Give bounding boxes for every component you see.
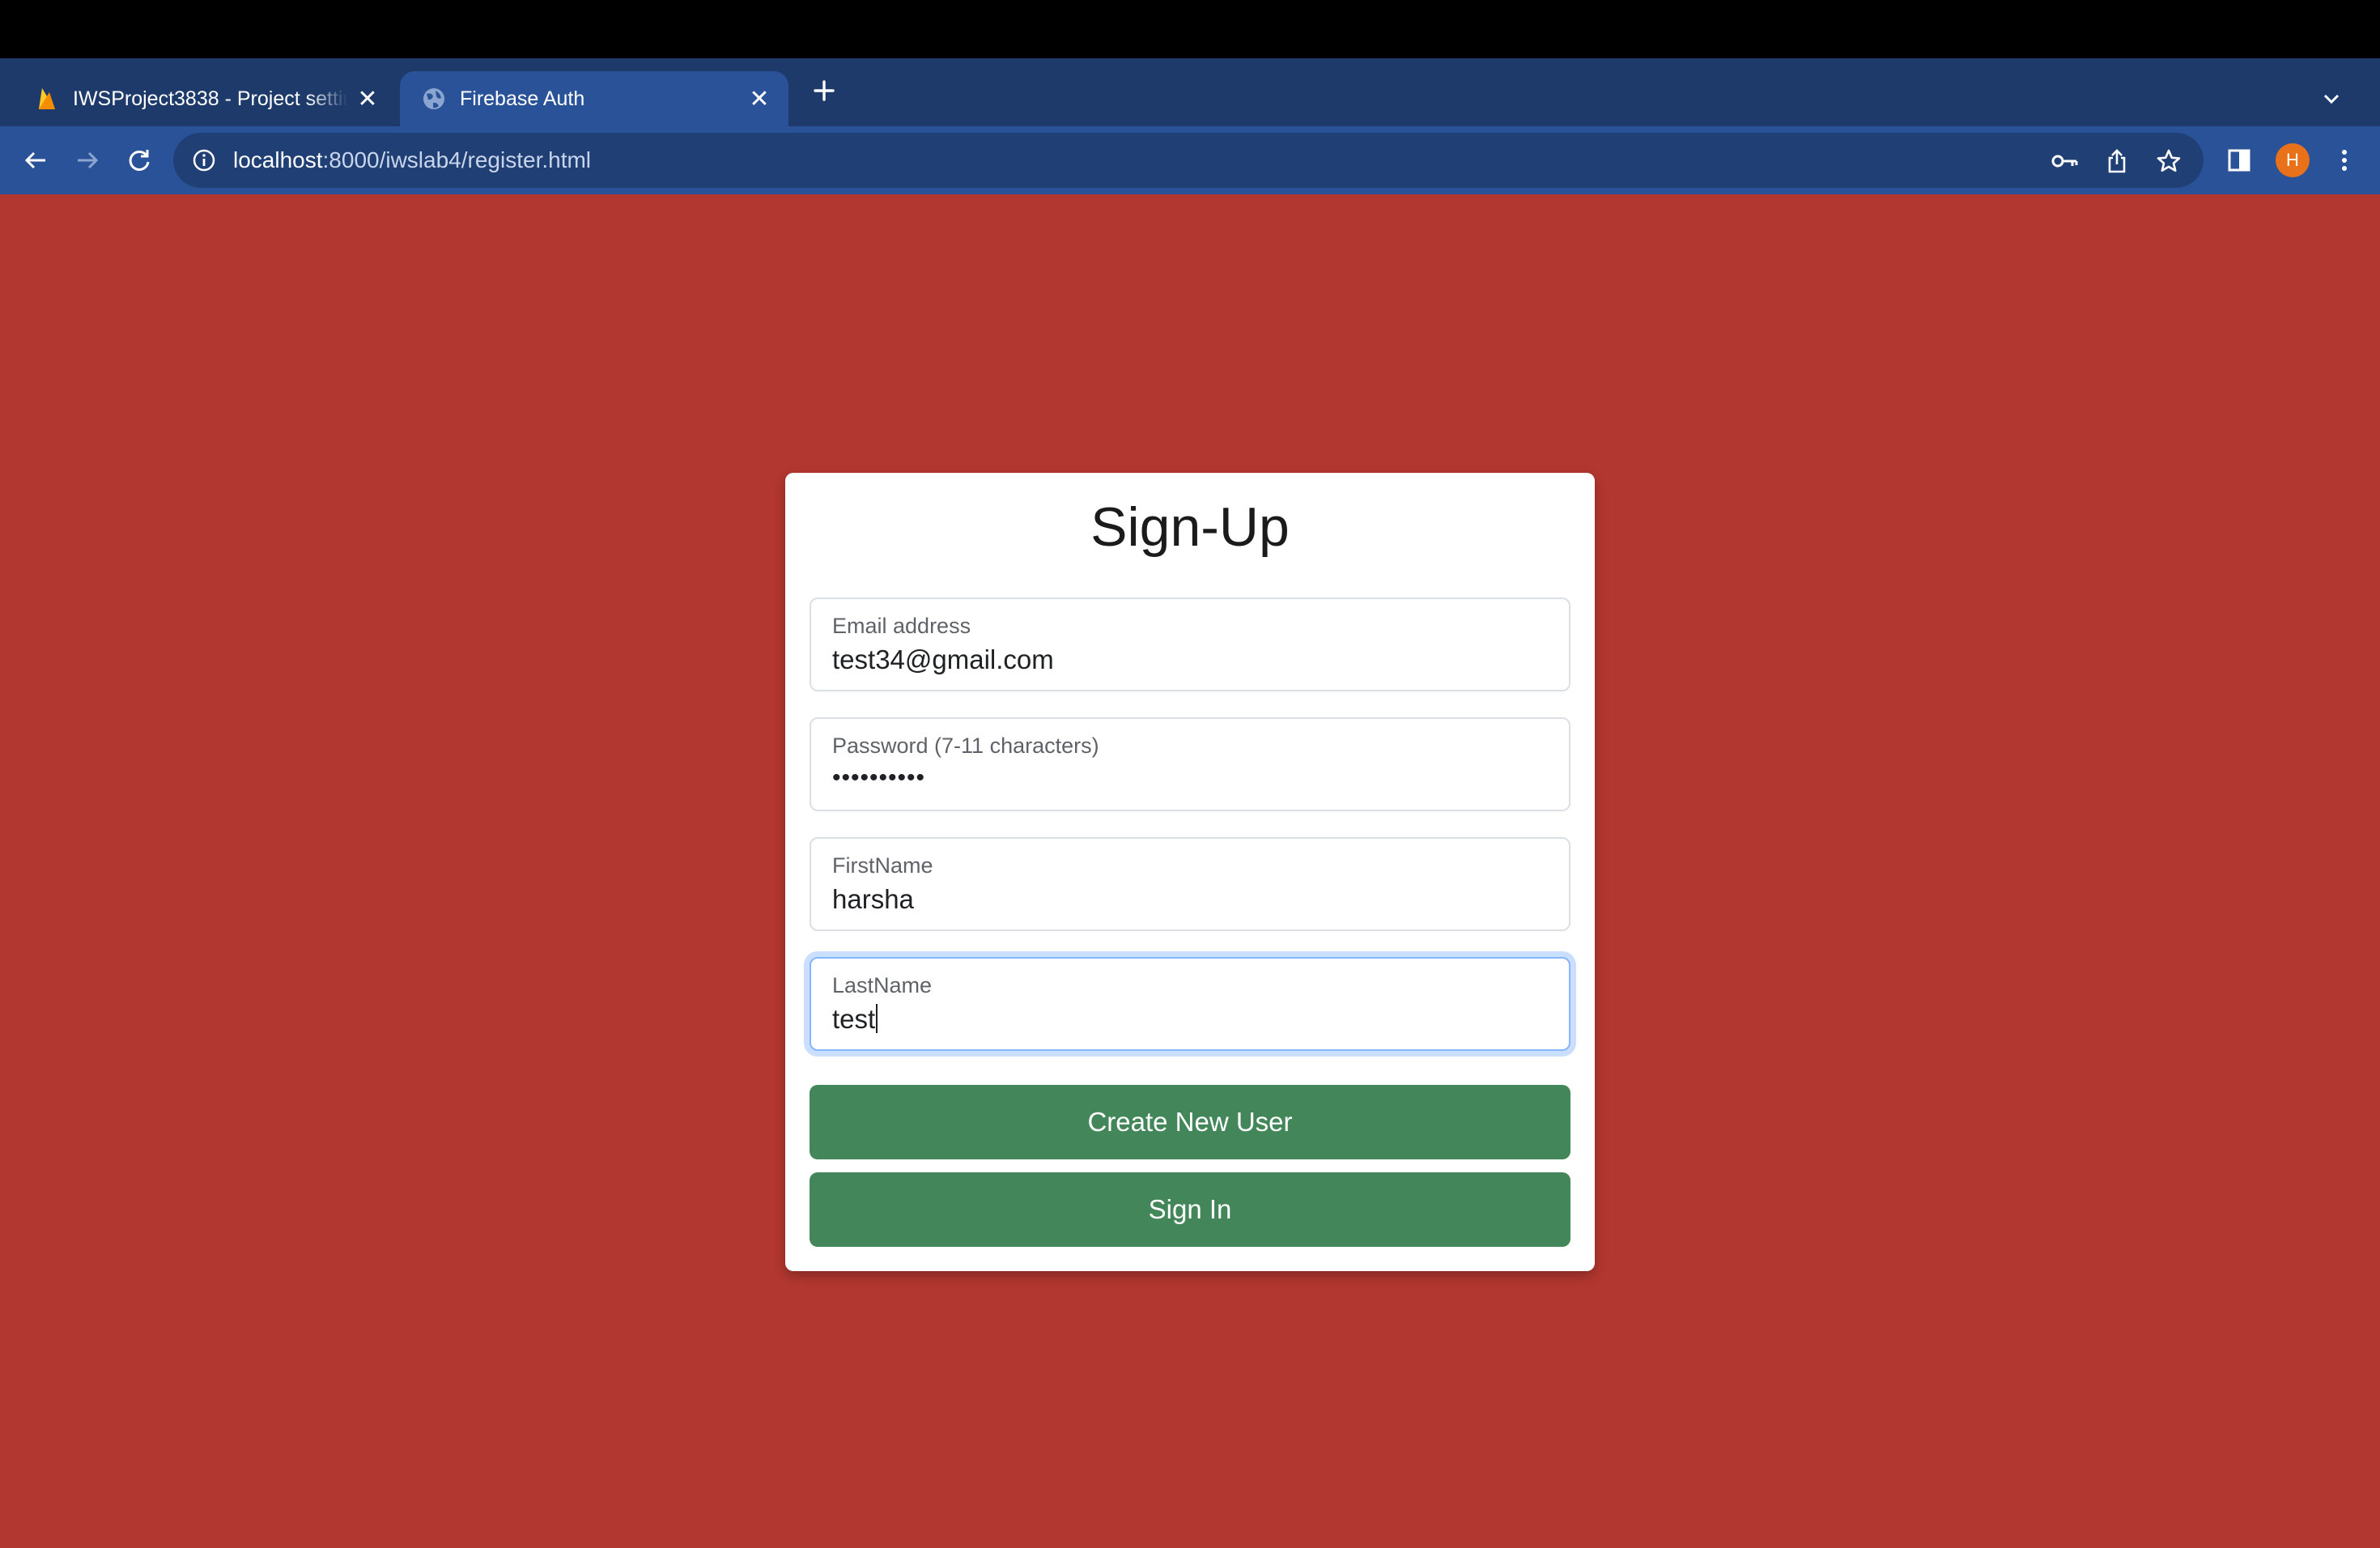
email-field[interactable]: Email address test34@gmail.com [810,598,1570,691]
tab-firebase-auth[interactable]: Firebase Auth ✕ [400,71,788,126]
url-text[interactable]: localhost:8000/iwslab4/register.html [233,147,591,173]
key-icon[interactable] [2045,141,2085,181]
create-new-user-button[interactable]: Create New User [810,1085,1570,1159]
tab-title: Firebase Auth [460,87,585,110]
star-icon[interactable] [2148,141,2189,181]
firebase-flame-icon [32,84,62,113]
info-icon[interactable] [189,146,219,175]
forward-arrow-icon[interactable] [68,141,107,180]
address-bar[interactable]: localhost:8000/iwslab4/register.html [173,133,2204,188]
close-icon[interactable]: ✕ [746,86,772,113]
sign-in-button[interactable]: Sign In [810,1172,1570,1247]
back-arrow-icon[interactable] [16,141,55,180]
chevron-down-icon[interactable] [2315,83,2348,115]
close-icon[interactable]: ✕ [355,86,380,113]
signup-card: Sign-Up Email address test34@gmail.com P… [785,473,1595,1271]
password-label: Password (7-11 characters) [832,734,1099,758]
os-top-bar [0,0,2380,58]
tab-strip: IWSProject3838 - Project settings ✕ Fire… [0,58,2380,126]
last-name-label: LastName [832,973,933,997]
page-title: Sign-Up [1090,496,1290,558]
first-name-field[interactable]: FirstName harsha [810,837,1570,931]
password-value[interactable]: •••••••••• [832,764,925,792]
email-value[interactable]: test34@gmail.com [832,644,1054,675]
first-name-value[interactable]: harsha [832,884,914,915]
share-icon[interactable] [2097,141,2137,181]
side-panel-icon[interactable] [2220,141,2259,180]
last-name-field[interactable]: LastName test [810,957,1570,1051]
first-name-label: FirstName [832,853,933,878]
email-label: Email address [832,614,971,638]
tab-title: IWSProject3838 - Project settings [73,87,348,110]
avatar: H [2276,143,2310,177]
browser-toolbar: localhost:8000/iwslab4/register.html H [0,126,2380,194]
text-caret [876,1004,878,1033]
password-field[interactable]: Password (7-11 characters) •••••••••• [810,717,1570,811]
url-path: :8000/iwslab4/register.html [322,147,592,172]
url-host: localhost [233,147,323,172]
globe-icon [419,84,448,113]
last-name-value: test [832,1004,876,1034]
tab-project-settings[interactable]: IWSProject3838 - Project settings ✕ [0,71,397,126]
page-viewport: Sign-Up Email address test34@gmail.com P… [0,194,2380,1548]
reload-icon[interactable] [120,141,159,180]
kebab-menu-icon[interactable] [2325,141,2364,180]
new-tab-plus-icon[interactable] [808,74,840,107]
profile-avatar[interactable]: H [2273,141,2312,180]
last-name-input[interactable]: test [832,1004,878,1035]
